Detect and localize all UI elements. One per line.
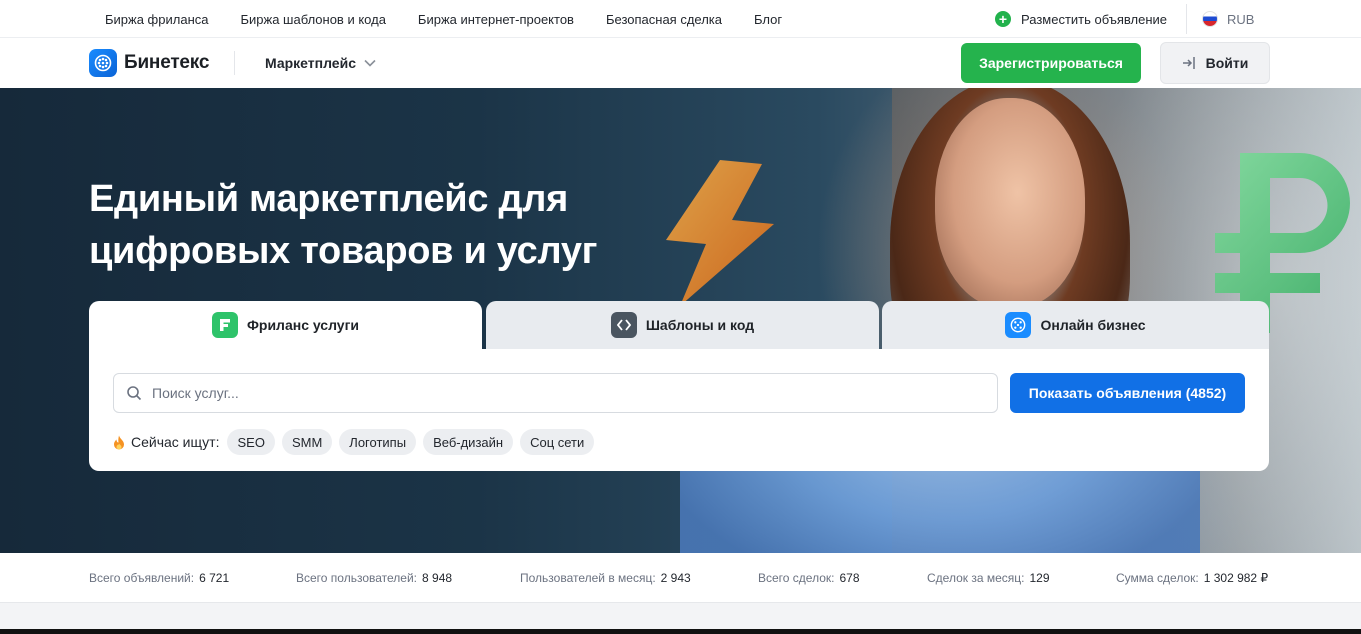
stat-total-deals: Всего сделок: 678 (758, 553, 860, 603)
stat-monthly-deals: Сделок за месяц: 129 (927, 553, 1050, 603)
stat-label: Всего сделок: (758, 571, 835, 585)
main-header: Бинетекс Маркетплейс Зарегистрироваться … (0, 38, 1361, 88)
stat-label: Сумма сделок: (1116, 571, 1199, 585)
stat-label: Пользователей в месяц: (520, 571, 656, 585)
trending-searches: Сейчас ищут: SEO SMM Логотипы Веб-дизайн… (113, 429, 601, 455)
currency-selector[interactable]: RUB (1202, 0, 1254, 38)
marketplace-label: Маркетплейс (265, 55, 356, 71)
topbar-divider (1186, 4, 1187, 34)
stat-label: Всего пользователей: (296, 571, 418, 585)
chip-seo[interactable]: SEO (227, 429, 275, 455)
top-nav-projects[interactable]: Биржа интернет-проектов (418, 12, 574, 27)
login-icon (1182, 57, 1195, 69)
hero-title-line1: Единый маркетплейс для (89, 178, 568, 220)
hero-person-face (935, 98, 1085, 308)
hero-title-line2: цифровых товаров и услуг (89, 230, 598, 272)
login-label: Войти (1205, 55, 1249, 71)
chevron-down-icon (364, 59, 376, 67)
chip-smm[interactable]: SMM (281, 429, 333, 455)
post-ad-link[interactable]: + Разместить объявление (995, 0, 1167, 38)
tab-online-business-label: Онлайн бизнес (1040, 317, 1146, 333)
stat-total-ads: Всего объявлений: 6 721 (89, 553, 229, 603)
tab-templates[interactable]: Шаблоны и код (486, 301, 879, 349)
login-button[interactable]: Войти (1160, 42, 1270, 84)
top-nav-templates[interactable]: Биржа шаблонов и кода (240, 12, 385, 27)
logo-icon (89, 49, 117, 77)
show-ads-button[interactable]: Показать объявления (4852) (1010, 373, 1245, 413)
search-box[interactable] (113, 373, 998, 413)
trending-label: Сейчас ищут: (131, 434, 220, 450)
search-icon (127, 386, 142, 401)
logo-text: Бинетекс (124, 52, 210, 73)
stat-value: 2 943 (660, 571, 691, 585)
top-nav: Биржа фриланса Биржа шаблонов и кода Бир… (105, 0, 814, 38)
stat-value: 129 (1029, 571, 1050, 585)
stat-value: 1 302 982 ₽ (1203, 571, 1269, 585)
logo[interactable]: Бинетекс (89, 49, 209, 77)
header-divider (234, 51, 235, 75)
fire-icon (114, 435, 124, 449)
top-nav-blog[interactable]: Блог (754, 12, 782, 27)
tab-online-business[interactable]: Онлайн бизнес (882, 301, 1269, 349)
top-nav-safe-deal[interactable]: Безопасная сделка (606, 12, 722, 27)
freelance-icon (211, 312, 238, 338)
tab-templates-label: Шаблоны и код (645, 317, 755, 333)
bottom-edge (0, 629, 1361, 634)
stat-label: Сделок за месяц: (927, 571, 1025, 585)
stats-bar: Всего объявлений: 6 721 Всего пользовате… (0, 553, 1361, 603)
stat-value: 678 (839, 571, 860, 585)
lightning-bolt-icon (666, 160, 774, 306)
search-tabs: Фриланс услуги Шаблоны и код Онлайн бизн… (89, 301, 1269, 349)
tab-freelance[interactable]: Фриланс услуги (89, 301, 482, 349)
top-nav-freelance[interactable]: Биржа фриланса (105, 12, 208, 27)
marketplace-dropdown[interactable]: Маркетплейс (265, 38, 376, 88)
code-icon (610, 312, 637, 338)
hero-title: Единый маркетплейс для цифровых товаров … (89, 173, 649, 277)
stat-value: 6 721 (199, 571, 230, 585)
register-button[interactable]: Зарегистрироваться (961, 43, 1141, 83)
plus-circle-icon: + (995, 11, 1011, 27)
stat-monthly-users: Пользователей в месяц: 2 943 (520, 553, 691, 603)
business-icon (1005, 312, 1032, 338)
chip-social[interactable]: Соц сети (520, 429, 595, 455)
hero-banner: Единый маркетплейс для цифровых товаров … (0, 88, 1361, 553)
stat-total-users: Всего пользователей: 8 948 (296, 553, 452, 603)
chip-web-design[interactable]: Веб-дизайн (423, 429, 514, 455)
stat-label: Всего объявлений: (89, 571, 195, 585)
post-ad-label: Разместить объявление (1021, 11, 1168, 27)
chip-logos[interactable]: Логотипы (339, 429, 417, 455)
stat-deals-sum: Сумма сделок: 1 302 982 ₽ (1116, 553, 1268, 603)
stat-value: 8 948 (422, 571, 453, 585)
currency-label: RUB (1227, 11, 1255, 27)
search-card: Показать объявления (4852) Сейчас ищут: … (89, 349, 1269, 471)
tab-freelance-label: Фриланс услуги (246, 317, 360, 333)
russia-flag-icon (1202, 11, 1218, 27)
search-input[interactable] (152, 385, 972, 401)
top-utility-bar: Биржа фриланса Биржа шаблонов и кода Бир… (0, 0, 1361, 38)
